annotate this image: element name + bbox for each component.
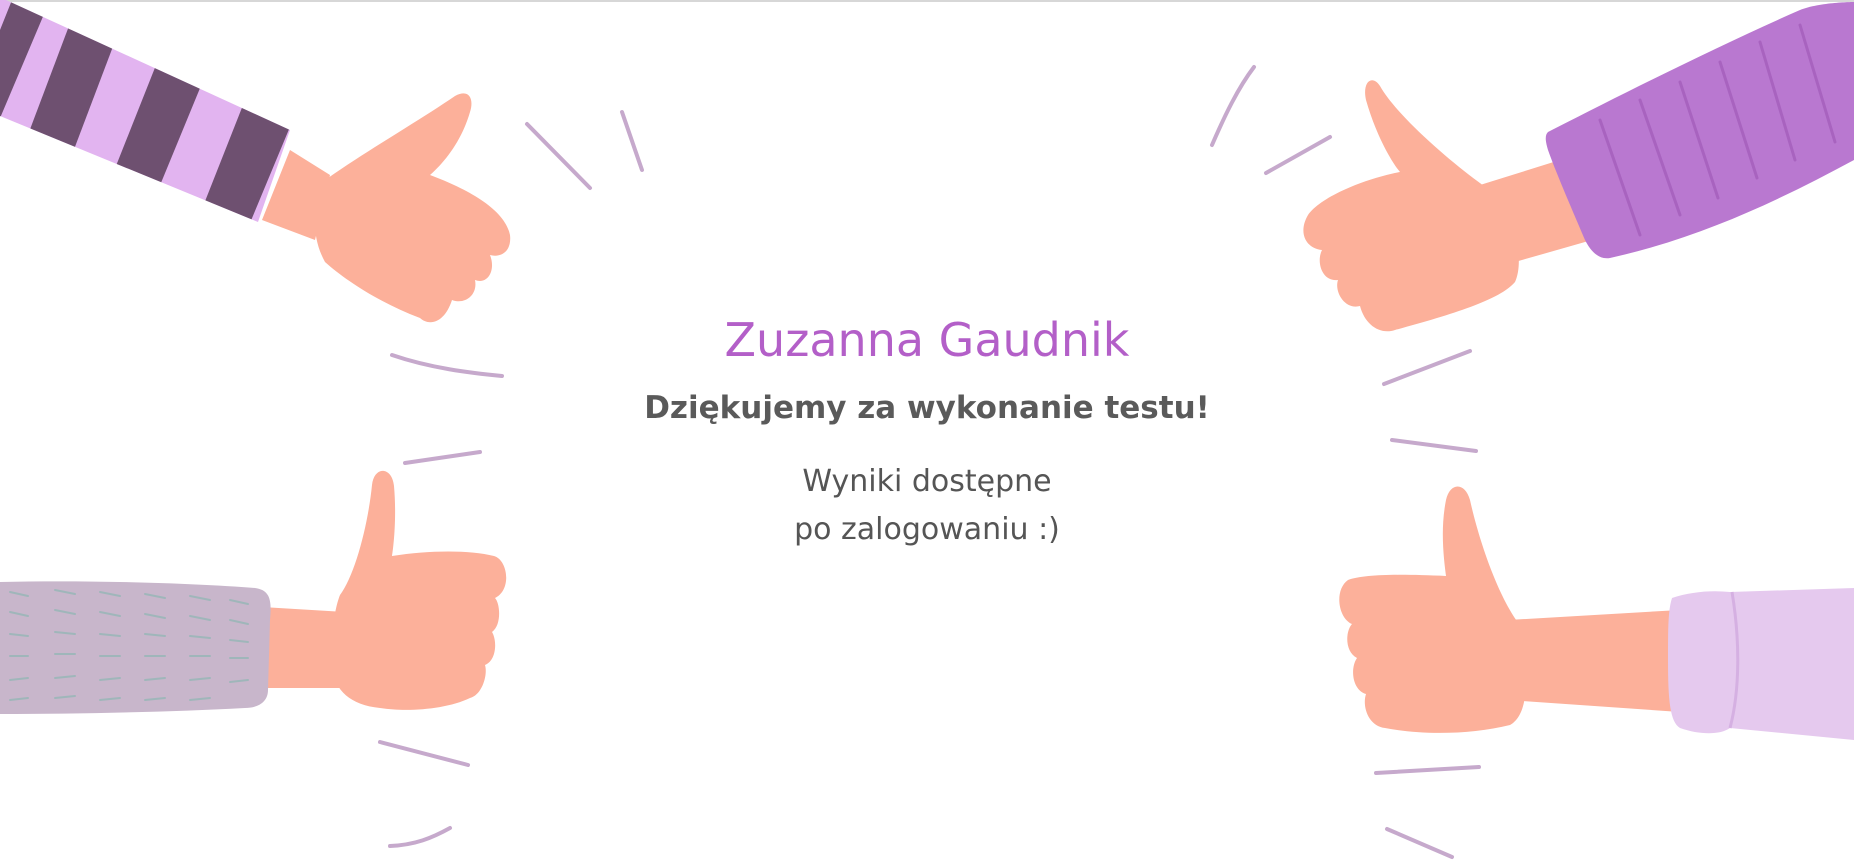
thank-you-heading: Dziękujemy za wykonanie testu! bbox=[644, 390, 1210, 426]
results-info-line-1: Wyniki dostępne bbox=[802, 464, 1052, 499]
thank-you-panel: Zuzanna Gaudnik Dziękujemy za wykonanie … bbox=[0, 0, 1854, 866]
user-name: Zuzanna Gaudnik bbox=[724, 313, 1130, 367]
results-info: Wyniki dostępne po zalogowaniu :) bbox=[0, 458, 1854, 554]
results-info-line-2: po zalogowaniu :) bbox=[794, 512, 1060, 547]
